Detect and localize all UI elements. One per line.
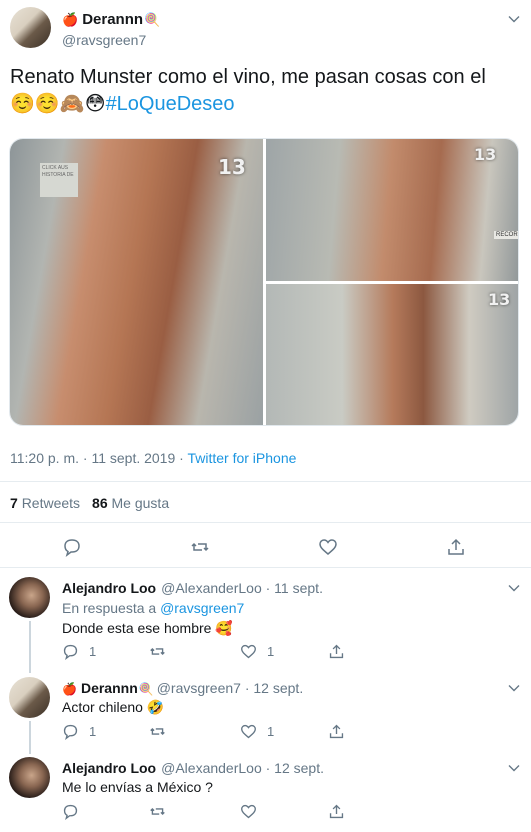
retweet-icon (150, 727, 165, 736)
retweet-button[interactable] (149, 723, 166, 740)
reply-header: 🍎 Derannn 🍭 @ravsgreen7 · 12 sept. (62, 680, 303, 696)
likes-stat[interactable]: 86 Me gusta (92, 495, 169, 511)
reply-header: Alejandro Loo @AlexanderLoo · 12 sept. (62, 760, 324, 776)
lollipop-icon: 🍭 (138, 682, 154, 696)
like-count: 1 (267, 644, 275, 659)
reply-header: Alejandro Loo @AlexanderLoo · 11 sept. (62, 580, 323, 596)
like-icon (241, 644, 256, 659)
reply-text: Me lo envías a México ? (62, 779, 213, 795)
apple-icon: 🍎 (62, 682, 77, 696)
chevron-down-icon[interactable] (507, 12, 521, 26)
tweet-stats: 7 Retweets 86 Me gusta (10, 495, 169, 511)
reply-handle-time[interactable]: @AlexanderLoo · 11 sept. (161, 580, 323, 596)
like-icon[interactable] (318, 537, 338, 557)
tweet-text: Renato Munster como el vino, me pasan co… (10, 64, 522, 118)
like-button[interactable] (240, 803, 257, 820)
reply-author-name[interactable]: Derannn (81, 680, 138, 696)
retweet-button[interactable] (149, 643, 166, 660)
reply-avatar[interactable] (9, 677, 50, 718)
thread-line (29, 621, 31, 673)
reply-avatar[interactable] (9, 577, 50, 618)
timestamp-text[interactable]: 11:20 p. m. · 11 sept. 2019 · (10, 450, 187, 466)
retweet-icon (150, 807, 165, 816)
share-icon (329, 644, 344, 659)
author-handle[interactable]: @ravsgreen7 (62, 32, 146, 48)
like-icon (241, 724, 256, 739)
reply-icon[interactable] (62, 537, 82, 557)
tweet-text-body: Renato Munster como el vino, me pasan co… (10, 66, 486, 88)
chevron-down-icon[interactable] (507, 681, 521, 695)
media-grid[interactable]: CLICK AUS HISTORIA DE 13 13 RECORD 13 (9, 138, 519, 426)
like-count: 1 (267, 724, 275, 739)
media-photo-2[interactable]: 13 RECORD (266, 139, 518, 281)
reply-handle-time[interactable]: @AlexanderLoo · 12 sept. (161, 760, 324, 776)
source-link[interactable]: Twitter for iPhone (187, 450, 296, 466)
retweet-icon[interactable] (190, 537, 210, 557)
reply-icon (63, 804, 78, 820)
chevron-down-icon[interactable] (507, 581, 521, 595)
share-button[interactable] (328, 803, 345, 820)
reply-to-label: En respuesta a (62, 600, 161, 616)
share-icon (329, 804, 344, 819)
author-avatar[interactable] (10, 7, 51, 48)
reply-button[interactable]: 1 (62, 643, 96, 660)
tweet-timestamp: 11:20 p. m. · 11 sept. 2019 · Twitter fo… (10, 450, 296, 466)
share-button[interactable] (328, 643, 345, 660)
reply-to-handle[interactable]: @ravsgreen7 (160, 600, 244, 616)
divider (0, 567, 531, 568)
hashtag-link[interactable]: #LoQueDeseo (106, 93, 235, 115)
reply-icon (63, 724, 78, 740)
channel-badge: 13 (488, 290, 511, 309)
retweet-icon (150, 647, 165, 656)
reply-avatar[interactable] (9, 757, 50, 798)
media-photo-3[interactable]: 13 (266, 284, 518, 425)
thread-line (29, 721, 31, 754)
reply-button[interactable]: 1 (62, 723, 96, 740)
reply-text: Donde esta ese hombre 🥰 (62, 620, 233, 636)
reply-count: 1 (89, 724, 97, 739)
lollipop-icon: 🍭 (144, 11, 161, 27)
share-icon (329, 724, 344, 739)
apple-icon: 🍎 (62, 11, 79, 27)
reply-to-line: En respuesta a @ravsgreen7 (62, 600, 244, 616)
like-icon (241, 804, 256, 819)
like-button[interactable]: 1 (240, 643, 274, 660)
channel-badge: 13 (474, 145, 497, 164)
reply-text: Actor chileno 🤣 (62, 699, 165, 715)
chevron-down-icon[interactable] (507, 761, 521, 775)
author-name[interactable]: Derannn (82, 11, 143, 28)
retweets-stat[interactable]: 7 Retweets (10, 495, 80, 511)
reply-handle-time[interactable]: @ravsgreen7 · 12 sept. (157, 680, 304, 696)
reply-count: 1 (89, 644, 97, 659)
share-icon[interactable] (446, 537, 466, 557)
reply-author-name[interactable]: Alejandro Loo (62, 760, 156, 776)
share-button[interactable] (328, 723, 345, 740)
like-button[interactable]: 1 (240, 723, 274, 740)
reply-icon (63, 644, 78, 660)
tweet-text-emojis: ☺️☺️🙈😳 (10, 93, 106, 115)
reply-button[interactable] (62, 803, 79, 820)
record-sign: RECORD (494, 231, 518, 239)
divider (0, 522, 531, 523)
divider (0, 481, 531, 482)
reply-author-name[interactable]: Alejandro Loo (62, 580, 156, 596)
author-name-row[interactable]: 🍎 Derannn 🍭 (62, 11, 160, 28)
channel-badge: 13 (218, 155, 246, 179)
retweet-button[interactable] (149, 803, 166, 820)
media-photo-1[interactable]: CLICK AUS HISTORIA DE 13 (10, 139, 263, 425)
locker-sign: CLICK AUS HISTORIA DE (40, 163, 78, 197)
